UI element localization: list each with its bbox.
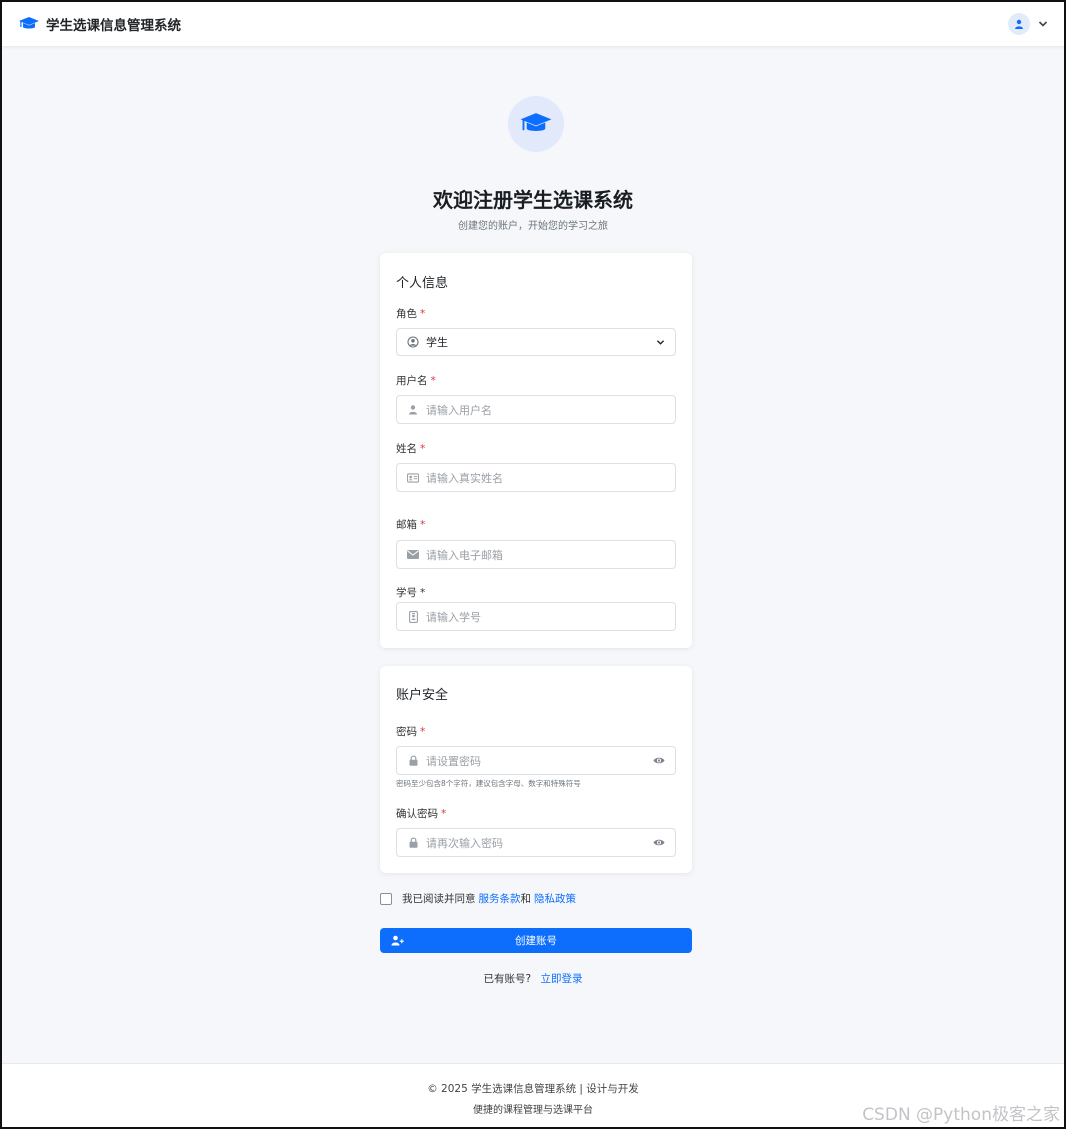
email-label: 邮箱 * — [396, 519, 426, 531]
login-prompt-line: 已有账号? 立即登录 — [0, 971, 1066, 986]
student-id-placeholder: 请输入学号 — [426, 610, 481, 624]
user-plus-icon — [391, 935, 404, 946]
id-card-icon — [407, 472, 419, 484]
email-input[interactable]: 请输入电子邮箱 — [396, 540, 676, 569]
confirm-password-input[interactable]: 请再次输入密码 — [396, 828, 676, 857]
agree-checkbox[interactable] — [380, 892, 392, 905]
personal-info-card: 个人信息 角色 * 学生 用户名 * 请输入用户名 姓名 * 请输入真实姓名 邮… — [380, 253, 692, 648]
password-input[interactable]: 请设置密码 — [396, 746, 676, 775]
password-placeholder: 请设置密码 — [426, 754, 481, 768]
chevron-down-icon[interactable] — [1038, 20, 1048, 28]
user-icon — [407, 404, 419, 416]
eye-icon[interactable] — [653, 838, 665, 847]
username-label: 用户名 * — [396, 375, 436, 387]
password-hint: 密码至少包含8个字符，建议包含字母、数字和特殊符号 — [396, 779, 581, 788]
eye-icon[interactable] — [653, 756, 665, 765]
password-label: 密码 * — [396, 726, 426, 738]
realname-placeholder: 请输入真实姓名 — [426, 471, 503, 485]
realname-input[interactable]: 请输入真实姓名 — [396, 463, 676, 492]
section-title: 个人信息 — [396, 276, 449, 291]
agreement-text: 我已阅读并同意 — [402, 893, 476, 905]
username-input[interactable]: 请输入用户名 — [396, 395, 676, 424]
student-id-input[interactable]: 请输入学号 — [396, 602, 676, 631]
role-value: 学生 — [426, 336, 448, 349]
chevron-down-icon — [656, 339, 665, 346]
student-id-label: 学号 * — [396, 587, 426, 599]
user-circle-icon — [407, 336, 419, 348]
username-placeholder: 请输入用户名 — [426, 403, 492, 417]
email-placeholder: 请输入电子邮箱 — [426, 548, 503, 562]
realname-label: 姓名 * — [396, 443, 426, 455]
lock-icon — [407, 837, 419, 849]
user-avatar[interactable] — [1008, 13, 1030, 35]
role-label: 角色 * — [396, 308, 426, 320]
agreement-and: 和 — [520, 893, 532, 905]
privacy-link[interactable]: 隐私政策 — [534, 891, 576, 906]
role-select[interactable]: 学生 — [396, 328, 676, 356]
graduation-cap-icon — [18, 16, 40, 32]
hero-logo — [508, 96, 564, 152]
user-icon — [1015, 19, 1023, 29]
page-subtitle: 创建您的账户，开始您的学习之旅 — [458, 221, 608, 232]
page-title: 欢迎注册学生选课系统 — [433, 188, 633, 212]
brand-title: 学生选课信息管理系统 — [46, 18, 181, 34]
footer-copyright: © 2025 学生选课信息管理系统 | 设计与开发 — [427, 1083, 639, 1095]
watermark: CSDN @Python极客之家 — [862, 1105, 1060, 1125]
account-security-card: 账户安全 密码 * 请设置密码 密码至少包含8个字符，建议包含字母、数字和特殊符号… — [380, 666, 692, 873]
top-navbar: 学生选课信息管理系统 — [2, 2, 1064, 46]
graduation-cap-icon — [520, 113, 552, 131]
confirm-password-placeholder: 请再次输入密码 — [426, 836, 503, 850]
create-account-label: 创建账号 — [515, 935, 557, 947]
envelope-icon — [407, 549, 419, 561]
terms-link[interactable]: 服务条款 — [479, 891, 521, 906]
terms-agreement: 我已阅读并同意 服务条款 和 隐私政策 — [380, 891, 576, 906]
brand[interactable]: 学生选课信息管理系统 — [18, 14, 181, 34]
id-badge-icon — [407, 610, 419, 623]
login-link[interactable]: 立即登录 — [540, 973, 582, 985]
section-title: 账户安全 — [396, 688, 449, 703]
confirm-password-label: 确认密码 * — [396, 808, 447, 820]
login-prompt: 已有账号? — [483, 973, 532, 985]
lock-icon — [407, 755, 419, 767]
create-account-button[interactable]: 创建账号 — [380, 928, 692, 953]
